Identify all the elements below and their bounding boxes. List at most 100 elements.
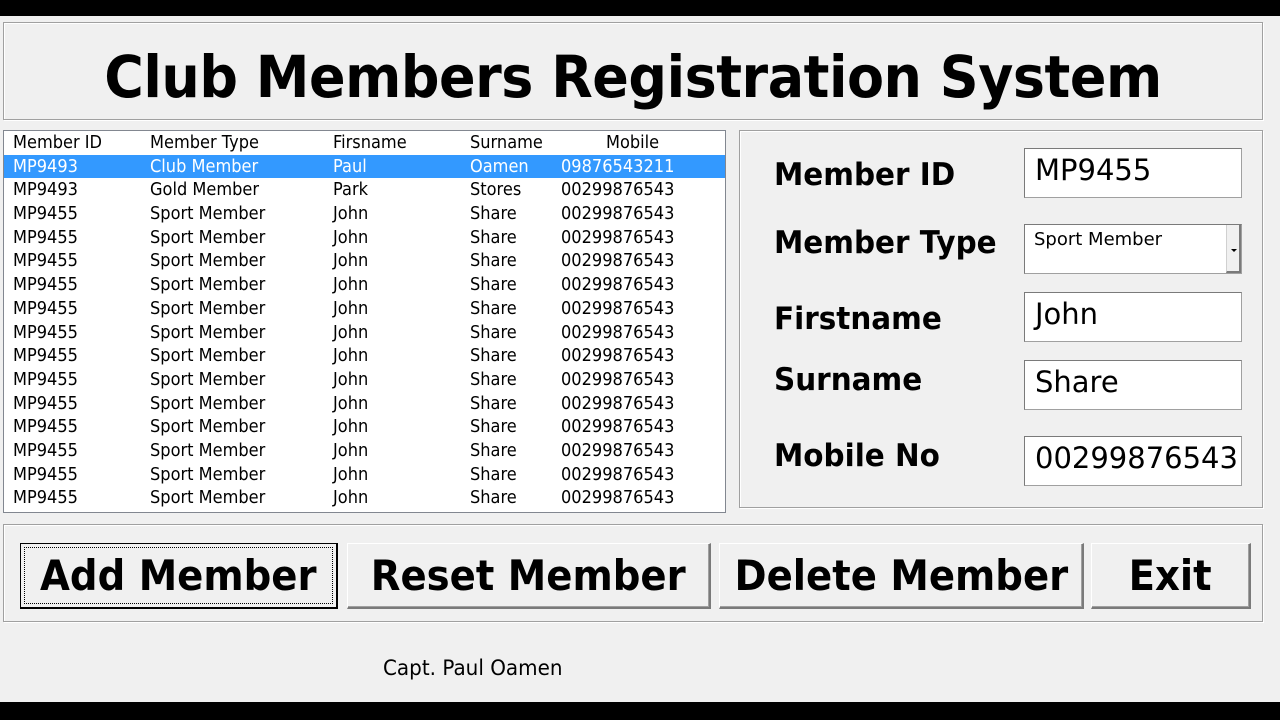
list-cell-mobile: 00299876543 <box>561 487 675 509</box>
list-cell-firstname: John <box>333 345 369 367</box>
list-cell-firstname: John <box>333 203 369 225</box>
list-cell-mobile: 00299876543 <box>561 321 675 343</box>
firstname-input[interactable]: John <box>1024 292 1242 342</box>
exit-button[interactable]: Exit <box>1091 543 1251 609</box>
list-cell-mobile: 00299876543 <box>561 274 675 296</box>
list-cell-mobile: 00299876543 <box>561 203 675 225</box>
list-cell-member-id: MP9455 <box>13 250 78 272</box>
chevron-down-icon[interactable] <box>1226 225 1241 273</box>
mobile-no-label: Mobile No <box>774 438 940 474</box>
list-cell-member-id: MP9455 <box>13 203 78 225</box>
list-cell-mobile: 00299876543 <box>561 392 675 414</box>
reset-member-button[interactable]: Reset Member <box>347 543 711 609</box>
list-cell-surname: Stores <box>470 179 522 201</box>
delete-member-button[interactable]: Delete Member <box>719 543 1084 609</box>
list-cell-firstname: John <box>333 416 369 438</box>
member-type-selected-value: Sport Member <box>1034 229 1163 250</box>
list-item[interactable]: MP9455 Sport Member John Share 00299876543 <box>4 226 725 250</box>
list-cell-firstname: John <box>333 439 369 461</box>
add-member-button[interactable]: Add Member <box>20 543 338 609</box>
list-cell-firstname: Park <box>333 179 369 201</box>
list-item[interactable]: MP9493 Club Member Paul Oamen 09876543211 <box>4 154 725 179</box>
column-header-mobile: Mobile <box>606 132 660 153</box>
list-cell-member-type: Sport Member <box>150 392 266 414</box>
list-cell-surname: Share <box>470 297 517 319</box>
delete-member-button-label: Delete Member <box>734 550 1069 600</box>
list-item[interactable]: MP9455 Sport Member John Share 00299876543 <box>4 415 725 439</box>
list-cell-mobile: 00299876543 <box>561 226 675 248</box>
column-header-member-id: Member ID <box>13 132 103 153</box>
list-cell-firstname: John <box>333 226 369 248</box>
list-item[interactable]: MP9455 Sport Member John Share 00299876543 <box>4 249 725 273</box>
list-cell-member-id: MP9455 <box>13 439 78 461</box>
footer-credit: Capt. Paul Oamen <box>383 656 563 680</box>
list-cell-mobile: 00299876543 <box>561 179 675 201</box>
list-cell-firstname: John <box>333 392 369 414</box>
list-cell-member-id: MP9455 <box>13 368 78 390</box>
list-item[interactable]: MP9455 Sport Member John Share 00299876543 <box>4 392 725 416</box>
list-cell-member-id: MP9493 <box>13 155 78 177</box>
list-item[interactable]: MP9455 Sport Member John Share 00299876543 <box>4 202 725 226</box>
list-item[interactable]: MP9455 Sport Member John Share 00299876543 <box>4 344 725 368</box>
list-cell-member-type: Sport Member <box>150 321 266 343</box>
list-header-row: Member ID Member Type Firsname Surname M… <box>4 131 725 155</box>
member-type-dropdown[interactable]: Sport Member <box>1024 224 1242 274</box>
button-panel: Add Member Reset Member Delete Member Ex… <box>3 524 1263 622</box>
list-cell-mobile: 00299876543 <box>561 439 675 461</box>
list-cell-firstname: John <box>333 463 369 485</box>
members-listbox[interactable]: Member ID Member Type Firsname Surname M… <box>3 130 726 513</box>
list-cell-firstname: John <box>333 274 369 296</box>
surname-input[interactable]: Share <box>1024 360 1242 410</box>
list-cell-firstname: John <box>333 368 369 390</box>
column-header-surname: Surname <box>470 132 543 153</box>
list-item[interactable]: MP9455 Sport Member John Share 00299876543 <box>4 368 725 392</box>
list-item[interactable]: MP9455 Sport Member John Share 00299876543 <box>4 439 725 463</box>
list-cell-surname: Share <box>470 392 517 414</box>
list-cell-member-type: Sport Member <box>150 416 266 438</box>
list-cell-member-type: Gold Member <box>150 179 260 201</box>
list-cell-firstname: John <box>333 297 369 319</box>
add-member-button-label: Add Member <box>40 550 317 600</box>
member-id-input[interactable]: MP9455 <box>1024 148 1242 198</box>
list-cell-mobile: 00299876543 <box>561 463 675 485</box>
list-cell-firstname: Paul <box>333 155 367 177</box>
list-item[interactable]: MP9493 Gold Member Park Stores 00299876543 <box>4 178 725 202</box>
exit-button-label: Exit <box>1128 550 1213 600</box>
list-item[interactable]: MP9455 Sport Member John Share 00299876543 <box>4 321 725 345</box>
list-cell-member-type: Sport Member <box>150 250 266 272</box>
list-item[interactable]: MP9455 Sport Member John Share 00299876543 <box>4 486 725 510</box>
list-cell-firstname: John <box>333 487 369 509</box>
list-cell-surname: Share <box>470 345 517 367</box>
list-cell-surname: Share <box>470 250 517 272</box>
list-cell-surname: Share <box>470 274 517 296</box>
list-cell-member-type: Sport Member <box>150 203 266 225</box>
list-cell-member-type: Club Member <box>150 155 259 177</box>
title-panel: Club Members Registration System <box>3 22 1263 120</box>
list-cell-mobile: 00299876543 <box>561 368 675 390</box>
list-item[interactable]: MP9455 Sport Member John Share 00299876543 <box>4 273 725 297</box>
list-cell-member-type: Sport Member <box>150 463 266 485</box>
list-cell-surname: Share <box>470 487 517 509</box>
mobile-no-input[interactable]: 00299876543 <box>1024 436 1242 486</box>
list-item[interactable]: MP9455 Sport Member John Share 00299876543 <box>4 297 725 321</box>
list-cell-surname: Share <box>470 439 517 461</box>
list-cell-member-id: MP9455 <box>13 392 78 414</box>
list-cell-surname: Share <box>470 226 517 248</box>
firstname-label: Firstname <box>774 301 942 337</box>
list-cell-member-id: MP9455 <box>13 463 78 485</box>
list-cell-member-id: MP9455 <box>13 487 78 509</box>
member-id-label: Member ID <box>774 157 956 193</box>
list-cell-member-id: MP9455 <box>13 416 78 438</box>
list-cell-member-type: Sport Member <box>150 345 266 367</box>
list-cell-member-type: Sport Member <box>150 274 266 296</box>
app-title: Club Members Registration System <box>104 43 1162 111</box>
column-header-firstname: Firsname <box>333 132 407 153</box>
list-item[interactable]: MP9455 Sport Member John Share 00299876543 <box>4 463 725 487</box>
list-cell-member-type: Sport Member <box>150 297 266 319</box>
list-cell-firstname: John <box>333 321 369 343</box>
reset-member-button-label: Reset Member <box>371 550 686 600</box>
list-cell-surname: Share <box>470 203 517 225</box>
list-cell-mobile: 09876543211 <box>561 155 675 177</box>
app-window: Club Members Registration System Member … <box>0 16 1280 702</box>
member-form-panel: Member ID MP9455 Member Type Sport Membe… <box>739 130 1263 508</box>
